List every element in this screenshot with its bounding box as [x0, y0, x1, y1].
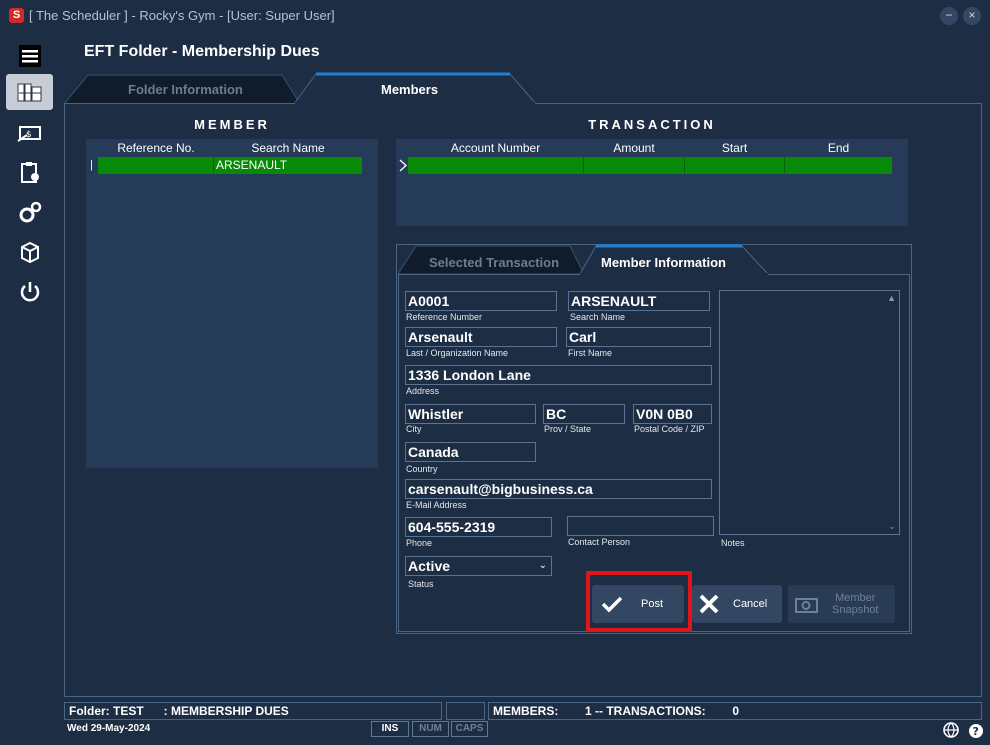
status-blank — [446, 702, 485, 720]
country-label: Country — [406, 464, 438, 474]
last-name-field[interactable]: Arsenault — [405, 327, 557, 347]
address-label: Address — [406, 386, 440, 396]
folder-status: Folder: TEST : MEMBERSHIP DUES — [64, 702, 442, 720]
post-button[interactable]: Post — [592, 585, 684, 623]
reference-number-label: Reference Number — [406, 312, 483, 322]
window-title: [ The Scheduler ] - Rocky's Gym - [User:… — [29, 8, 335, 23]
prov-field[interactable]: BC — [543, 404, 625, 424]
search-name-field[interactable]: ARSENAULT — [568, 291, 710, 311]
member-name-cell: ARSENAULT — [216, 158, 288, 172]
minimize-button[interactable]: − — [940, 7, 958, 25]
tab-join — [580, 273, 768, 276]
prov-label: Prov / State — [544, 424, 592, 434]
tab-members[interactable]: Members — [381, 82, 438, 97]
postal-code-label: Postal Code / ZIP — [634, 424, 705, 434]
ins-indicator: INS — [371, 721, 409, 737]
package-icon[interactable] — [6, 234, 53, 270]
clipboard-tools-icon[interactable] — [6, 154, 53, 190]
camera-icon — [795, 598, 818, 613]
snapshot-label: Member Snapshot — [832, 592, 879, 616]
contact-person-field[interactable] — [567, 516, 714, 536]
search-name-label: Search Name — [570, 312, 626, 322]
gears-icon[interactable] — [6, 194, 53, 230]
cell-divider — [583, 157, 584, 174]
tab-folder-information[interactable]: Folder Information — [128, 82, 243, 97]
member-row[interactable]: ARSENAULT — [98, 157, 362, 174]
globe-icon[interactable] — [942, 721, 960, 739]
email-field[interactable]: carsenault@bigbusiness.ca — [405, 479, 712, 499]
first-name-field[interactable]: Carl — [566, 327, 711, 347]
row-cursor-icon: | — [90, 159, 93, 171]
chevron-down-icon: ⌄ — [538, 560, 547, 571]
page-title: EFT Folder - Membership Dues — [84, 43, 320, 60]
notes-textarea[interactable]: ▲ ⌄ — [719, 290, 900, 535]
num-indicator: NUM — [412, 721, 449, 737]
folders-icon[interactable] — [6, 74, 53, 110]
payment-icon[interactable]: $ — [6, 114, 53, 150]
country-field[interactable]: Canada — [405, 442, 536, 462]
post-label: Post — [641, 598, 664, 610]
notes-label: Notes — [721, 538, 745, 548]
tab-member-information[interactable]: Member Information — [601, 255, 726, 270]
checkmark-icon — [601, 596, 623, 613]
cancel-button[interactable]: Cancel — [692, 585, 782, 623]
member-ref-cell — [98, 157, 214, 174]
city-label: City — [406, 424, 422, 434]
phone-field[interactable]: 604-555-2319 — [405, 517, 552, 537]
last-name-label: Last / Organization Name — [406, 348, 509, 358]
cell-divider — [784, 157, 785, 174]
svg-text:?: ? — [973, 725, 979, 738]
member-heading: MEMBER — [194, 117, 270, 132]
caps-indicator: CAPS — [451, 721, 488, 737]
row-pointer-icon — [399, 159, 407, 172]
col-reference-no[interactable]: Reference No. — [98, 139, 214, 157]
close-button[interactable]: × — [963, 7, 981, 25]
tab-join — [295, 102, 535, 105]
transaction-row[interactable] — [408, 157, 892, 174]
address-field[interactable]: 1336 London Lane — [405, 365, 712, 385]
email-label: E-Mail Address — [406, 500, 467, 510]
member-grid — [86, 139, 378, 468]
tab-selected-transaction[interactable]: Selected Transaction — [429, 255, 559, 270]
col-end[interactable]: End — [785, 139, 892, 157]
col-search-name[interactable]: Search Name — [214, 139, 362, 157]
col-amount[interactable]: Amount — [584, 139, 684, 157]
sidebar: $ — [0, 32, 58, 697]
scroll-up-icon[interactable]: ▲ — [887, 293, 896, 303]
status-label: Status — [408, 579, 434, 589]
status-value: Active — [408, 558, 451, 574]
power-icon[interactable] — [6, 274, 53, 310]
cell-divider — [684, 157, 685, 174]
phone-label: Phone — [406, 538, 433, 548]
reference-number-field[interactable]: A0001 — [405, 291, 557, 311]
cancel-label: Cancel — [733, 598, 768, 610]
hamburger-menu-icon[interactable] — [6, 38, 53, 74]
member-snapshot-button[interactable]: Member Snapshot — [788, 585, 895, 623]
date-display: Wed 29-May-2024 — [67, 723, 151, 734]
city-field[interactable]: Whistler — [405, 404, 536, 424]
scroll-down-icon[interactable]: ⌄ — [888, 521, 896, 532]
close-icon — [699, 594, 719, 614]
first-name-label: First Name — [568, 348, 613, 358]
transaction-heading: TRANSACTION — [588, 117, 716, 132]
postal-code-field[interactable]: V0N 0B0 — [633, 404, 712, 424]
contact-person-label: Contact Person — [568, 537, 631, 547]
col-start[interactable]: Start — [685, 139, 784, 157]
col-account-number[interactable]: Account Number — [408, 139, 583, 157]
status-select[interactable]: Active ⌄ — [405, 556, 552, 576]
help-icon[interactable]: ? — [967, 722, 985, 740]
members-count-status: MEMBERS: 1 -- TRANSACTIONS: 0 — [488, 702, 982, 720]
app-icon: S — [9, 8, 24, 23]
